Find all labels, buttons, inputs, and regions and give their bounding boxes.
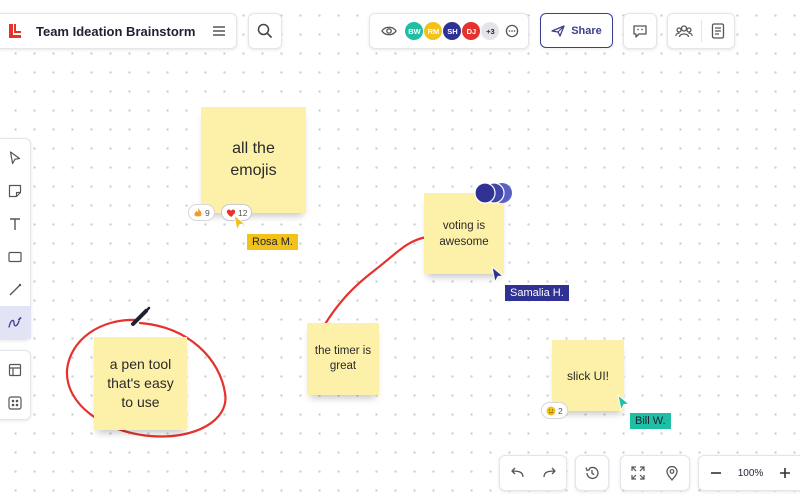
sticky-note[interactable]: all the emojis bbox=[201, 107, 306, 213]
cursor-pointer-icon bbox=[617, 393, 631, 412]
sticky-text: all the emojis bbox=[230, 140, 277, 179]
cursor-pointer-icon bbox=[491, 265, 505, 284]
sticky-text: voting is awesome bbox=[439, 219, 489, 248]
cursor-label-samalia: Samalia H. bbox=[505, 285, 569, 301]
reaction-count: 9 bbox=[205, 207, 210, 218]
vote-dots[interactable] bbox=[472, 181, 516, 205]
sticky-text: slick UI! bbox=[567, 368, 609, 383]
sticky-note[interactable]: a pen tool that's easy to use bbox=[94, 337, 187, 430]
pen-stroke-connector bbox=[316, 235, 429, 338]
reaction-smile[interactable]: 2 bbox=[541, 402, 568, 419]
sticky-note[interactable]: the timer is great bbox=[307, 323, 379, 395]
cursor-pointer-icon bbox=[233, 213, 247, 232]
cursor-label-bill: Bill W. bbox=[630, 413, 671, 429]
sticky-text: the timer is great bbox=[314, 345, 372, 372]
sticky-note[interactable]: voting is awesome bbox=[424, 193, 504, 274]
reaction-count: 2 bbox=[558, 405, 563, 416]
sticky-text: a pen tool that's easy to use bbox=[107, 356, 174, 410]
fire-icon bbox=[194, 208, 202, 217]
smile-icon bbox=[546, 406, 556, 415]
reaction-fire[interactable]: 9 bbox=[188, 204, 215, 221]
sticky-note[interactable]: slick UI! bbox=[552, 340, 624, 411]
cursor-label-rosa: Rosa M. bbox=[247, 234, 298, 250]
pen-cursor-icon bbox=[131, 306, 151, 326]
